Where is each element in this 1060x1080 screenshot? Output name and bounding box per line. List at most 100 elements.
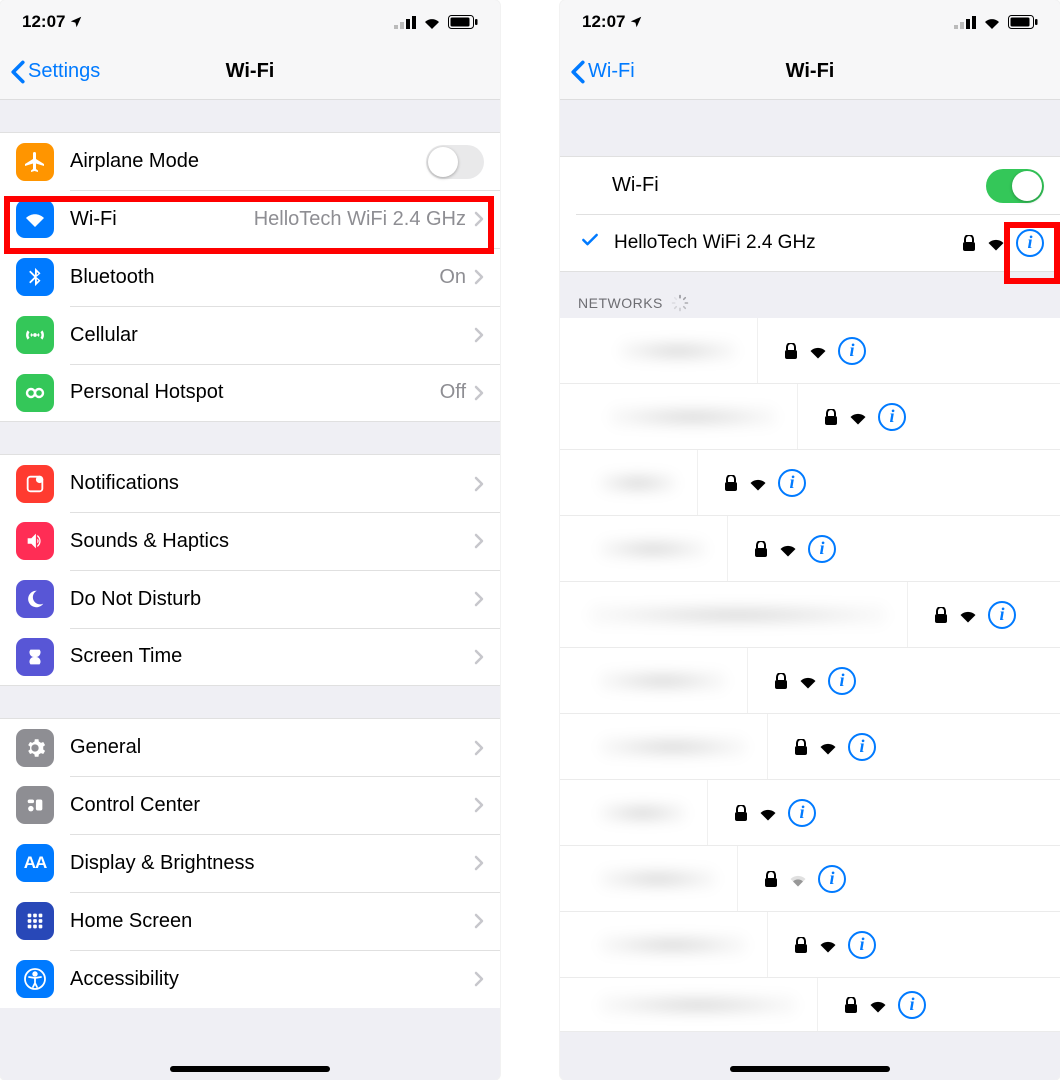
info-button[interactable]: i	[788, 799, 816, 827]
row-notifications[interactable]: Notifications	[0, 454, 500, 512]
wifi-signal-icon	[758, 805, 778, 821]
info-button[interactable]: i	[988, 601, 1016, 629]
home-indicator[interactable]	[170, 1066, 330, 1072]
lock-icon	[754, 541, 768, 557]
home-indicator[interactable]	[730, 1066, 890, 1072]
row-accessibility[interactable]: Accessibility	[0, 950, 500, 1008]
status-bar: 12:07	[0, 0, 500, 44]
network-row[interactable]: i	[560, 450, 1060, 516]
row-wifi[interactable]: Wi-Fi HelloTech WiFi 2.4 GHz	[0, 190, 500, 248]
home-screen-icon	[16, 902, 54, 940]
info-button[interactable]: i	[898, 991, 926, 1019]
wifi-signal-icon	[818, 937, 838, 953]
info-button[interactable]: i	[848, 733, 876, 761]
phone-wifi: 12:07 Wi-Fi Wi-Fi Wi-Fi HelloTech WiFi 2…	[560, 0, 1060, 1080]
notifications-icon	[16, 465, 54, 503]
info-button[interactable]: i	[828, 667, 856, 695]
chevron-right-icon	[474, 971, 484, 987]
wifi-signal-icon	[798, 673, 818, 689]
row-label: Wi-Fi	[70, 208, 254, 231]
status-time: 12:07	[22, 12, 65, 32]
chevron-right-icon	[474, 591, 484, 607]
back-button[interactable]: Settings	[10, 60, 100, 84]
wifi-signal-icon	[818, 739, 838, 755]
row-wifi-toggle[interactable]: Wi-Fi	[560, 156, 1060, 214]
row-label: Cellular	[70, 324, 474, 347]
wifi-signal-icon	[788, 871, 808, 887]
row-label: Do Not Disturb	[70, 588, 474, 611]
wifi-signal-icon	[748, 475, 768, 491]
network-row[interactable]: i	[560, 714, 1060, 780]
row-connected-network[interactable]: HelloTech WiFi 2.4 GHz i	[560, 214, 1060, 272]
lock-icon	[774, 673, 788, 689]
info-button[interactable]: i	[808, 535, 836, 563]
wifi-signal-icon	[868, 997, 888, 1013]
lock-icon	[824, 409, 838, 425]
location-icon	[69, 15, 83, 29]
row-sounds-haptics[interactable]: Sounds & Haptics	[0, 512, 500, 570]
row-do-not-disturb[interactable]: Do Not Disturb	[0, 570, 500, 628]
row-label: Accessibility	[70, 968, 474, 991]
row-label: Airplane Mode	[70, 150, 426, 173]
info-button[interactable]: i	[1016, 229, 1044, 257]
airplane-toggle[interactable]	[426, 145, 484, 179]
row-cellular[interactable]: Cellular	[0, 306, 500, 364]
row-screen-time[interactable]: Screen Time	[0, 628, 500, 686]
lock-icon	[764, 871, 778, 887]
wifi-toggle[interactable]	[986, 169, 1044, 203]
row-label: Notifications	[70, 472, 474, 495]
info-button[interactable]: i	[838, 337, 866, 365]
info-button[interactable]: i	[778, 469, 806, 497]
hotspot-icon	[16, 374, 54, 412]
wifi-signal-icon	[958, 607, 978, 623]
wifi-signal-icon	[986, 235, 1006, 251]
back-button[interactable]: Wi-Fi	[570, 60, 635, 84]
lock-icon	[794, 739, 808, 755]
network-row[interactable]: i	[560, 846, 1060, 912]
chevron-left-icon	[10, 60, 26, 84]
network-list: i i i i	[560, 318, 1060, 1032]
chevron-right-icon	[474, 649, 484, 665]
sounds-icon	[16, 522, 54, 560]
status-bar: 12:07	[560, 0, 1060, 44]
cellular-icon	[394, 15, 416, 29]
chevron-right-icon	[474, 476, 484, 492]
row-value: Off	[440, 381, 466, 404]
cellular-icon	[16, 316, 54, 354]
network-row[interactable]: i	[560, 318, 1060, 384]
row-display-brightness[interactable]: AA Display & Brightness	[0, 834, 500, 892]
row-personal-hotspot[interactable]: Personal Hotspot Off	[0, 364, 500, 422]
lock-icon	[962, 235, 976, 251]
nav-title: Wi-Fi	[226, 60, 275, 83]
lock-icon	[844, 997, 858, 1013]
row-label: Sounds & Haptics	[70, 530, 474, 553]
info-button[interactable]: i	[878, 403, 906, 431]
networks-header: NETWORKS	[560, 272, 1060, 318]
chevron-right-icon	[474, 740, 484, 756]
row-label: General	[70, 736, 474, 759]
row-control-center[interactable]: Control Center	[0, 776, 500, 834]
row-home-screen[interactable]: Home Screen	[0, 892, 500, 950]
info-button[interactable]: i	[848, 931, 876, 959]
info-button[interactable]: i	[818, 865, 846, 893]
lock-icon	[784, 343, 798, 359]
network-row[interactable]: i	[560, 912, 1060, 978]
location-icon	[629, 15, 643, 29]
connected-network-name: HelloTech WiFi 2.4 GHz	[614, 232, 962, 254]
network-row[interactable]: i	[560, 582, 1060, 648]
network-row[interactable]: i	[560, 384, 1060, 450]
chevron-right-icon	[474, 797, 484, 813]
nav-bar: Wi-Fi Wi-Fi	[560, 44, 1060, 100]
chevron-right-icon	[474, 269, 484, 285]
network-row[interactable]: i	[560, 780, 1060, 846]
network-row[interactable]: i	[560, 648, 1060, 714]
row-value: On	[439, 266, 466, 289]
row-airplane-mode[interactable]: Airplane Mode	[0, 132, 500, 190]
battery-icon	[448, 15, 478, 29]
network-row[interactable]: i	[560, 978, 1060, 1032]
nav-bar: Settings Wi-Fi	[0, 44, 500, 100]
row-general[interactable]: General	[0, 718, 500, 776]
network-row[interactable]: i	[560, 516, 1060, 582]
wifi-icon	[16, 200, 54, 238]
row-bluetooth[interactable]: Bluetooth On	[0, 248, 500, 306]
